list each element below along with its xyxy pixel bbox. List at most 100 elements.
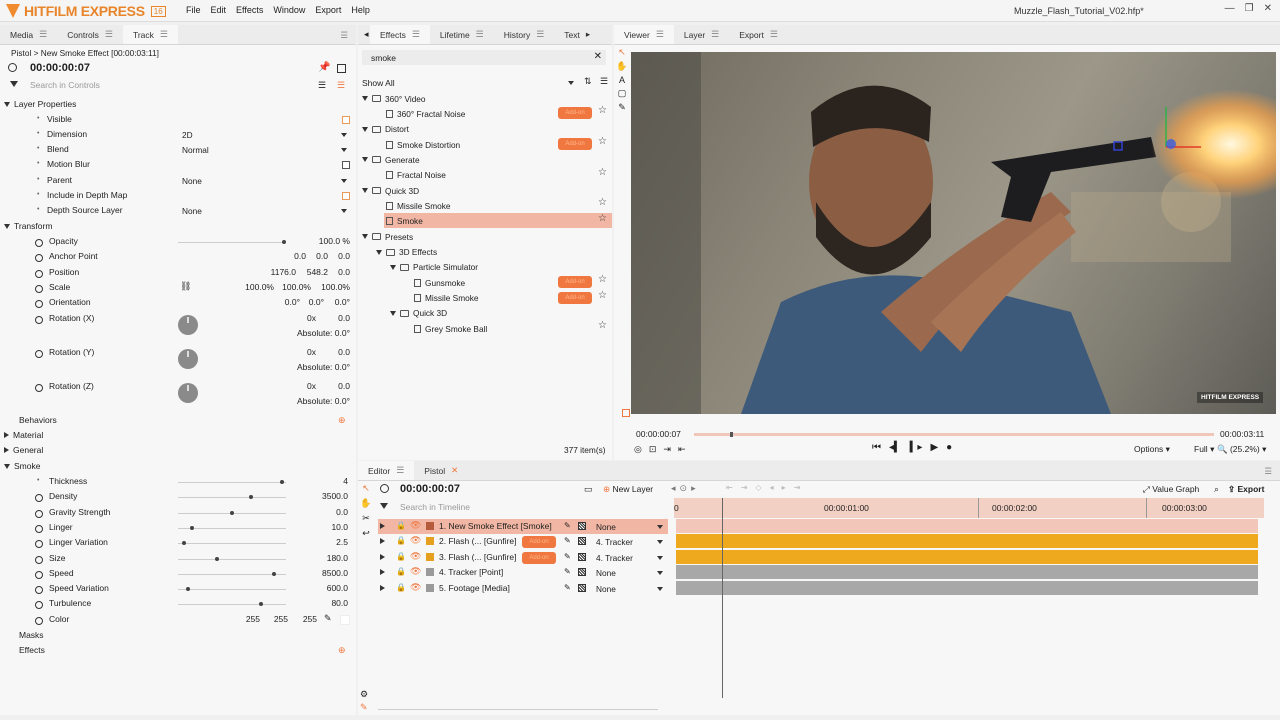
menu-item-help[interactable]: Help <box>351 5 370 15</box>
tab-track[interactable]: Track ☰ <box>122 25 178 44</box>
menu-icon[interactable]: ☰ <box>160 29 168 40</box>
effect-item-fractal-noise[interactable]: Fractal Noise <box>386 168 446 183</box>
menu-item-file[interactable]: File <box>186 5 201 15</box>
addon-badge[interactable]: Add-on <box>558 276 592 289</box>
speed-variation-slider[interactable] <box>178 587 286 592</box>
color-green-value[interactable]: 255 <box>258 614 288 624</box>
timeline-clip-bar[interactable] <box>676 565 1258 580</box>
timeline-clip-bar[interactable] <box>676 519 1258 533</box>
collapse-left-icon[interactable]: ◂ <box>364 29 369 40</box>
keyframe-icon[interactable] <box>35 494 43 503</box>
prev-keyframe-icon[interactable]: ◂ <box>671 483 676 494</box>
menu-item-window[interactable]: Window <box>273 5 305 15</box>
menu-icon[interactable]: ☰ <box>396 465 404 476</box>
rotation-y-dial[interactable] <box>178 349 198 369</box>
speed-value[interactable]: 8500.0 <box>290 568 348 578</box>
general-section[interactable]: General <box>4 445 43 455</box>
controls-search-input[interactable]: Search in Controls <box>30 80 100 90</box>
close-tab-icon[interactable]: ✕ <box>451 465 458 476</box>
razor-tool-icon[interactable]: ✂ <box>362 513 370 524</box>
effects-search-field[interactable]: smoke ✕ <box>362 50 606 65</box>
color-blue-value[interactable]: 255 <box>287 614 317 624</box>
timecode[interactable]: 00:00:00:07 <box>30 62 90 74</box>
expand-icon[interactable] <box>380 553 385 560</box>
blend-mode-icon[interactable] <box>578 537 586 546</box>
timeline-search-input[interactable]: Search in Timeline <box>400 502 470 512</box>
effects-section[interactable]: Effects <box>19 645 45 655</box>
snapshot-icon[interactable]: ◎ <box>634 444 642 455</box>
text-tool-icon[interactable]: A <box>619 75 625 85</box>
tab-effects[interactable]: Effects ☰ <box>370 25 430 44</box>
keyframe-icon[interactable] <box>35 239 43 247</box>
anchor-point-value[interactable]: 0.0 <box>310 251 350 261</box>
layer-parent-select[interactable]: None <box>594 521 666 533</box>
linger-variation-value[interactable]: 2.5 <box>290 537 348 547</box>
effect-item-particle-simulator[interactable]: Particle Simulator <box>390 260 478 275</box>
screen-icon[interactable]: ▭ <box>584 484 593 495</box>
timeline-layer-row[interactable]: 🔒 👁 3. Flash (... [Gunfire] Add-on ✎ 4. Track… <box>378 550 668 565</box>
keyframe-icon[interactable] <box>35 509 43 518</box>
layer-parent-select[interactable]: 4. Tracker <box>594 536 666 548</box>
keyframe-clock-icon[interactable]: ⊙ <box>680 483 688 494</box>
lock-icon[interactable]: 🔒 <box>396 552 406 561</box>
sort-icon[interactable]: ⇅ <box>584 76 592 87</box>
addon-badge[interactable]: Add-on <box>522 551 556 564</box>
turbulence-slider-knob[interactable] <box>259 602 264 607</box>
timeline-layer-name[interactable]: 3. Flash (... [Gunfire] <box>439 552 516 562</box>
tab-controls[interactable]: Controls ☰ <box>57 25 123 44</box>
visibility-eye-icon[interactable]: 👁 <box>410 535 421 546</box>
timeline-layer-row[interactable]: 🔒 👁 2. Flash (... [Gunfire] Add-on ✎ 4. Track… <box>378 534 668 549</box>
orientation-value[interactable]: 0.0° <box>310 297 350 307</box>
timeline-clip-bar[interactable] <box>676 549 1258 564</box>
expanded-icon[interactable] <box>376 249 382 255</box>
minimize-icon[interactable]: — <box>1225 3 1235 14</box>
expanded-icon[interactable] <box>4 101 10 107</box>
effect-item-smoke[interactable]: Smoke <box>386 214 423 229</box>
favorite-star-icon[interactable]: ☆ <box>598 290 607 301</box>
menu-item-effects[interactable]: Effects <box>236 5 263 15</box>
expanded-icon[interactable] <box>362 96 368 101</box>
addon-badge[interactable]: Add-on <box>558 291 592 304</box>
timeline-layer-name[interactable]: 5. Footage [Media] <box>439 583 510 593</box>
depth-map-checkbox[interactable] <box>342 192 350 200</box>
linger-variation-slider-knob[interactable] <box>182 541 187 546</box>
expanded-icon[interactable] <box>362 157 368 163</box>
expand-icon[interactable] <box>380 523 385 529</box>
gravity-strength-value[interactable]: 0.0 <box>290 507 348 517</box>
tab-text[interactable]: Text ▸ <box>554 25 600 44</box>
keyframe-icon[interactable] <box>35 316 43 324</box>
blend-select[interactable]: Normal <box>180 144 350 156</box>
expanded-icon[interactable] <box>4 463 10 469</box>
size-slider-knob[interactable] <box>215 556 220 561</box>
tab-editor[interactable]: Editor ☰ <box>358 461 415 480</box>
expanded-icon[interactable] <box>362 234 368 240</box>
rotation-x-degrees[interactable]: 0.0 <box>310 313 350 323</box>
opacity-slider[interactable] <box>178 240 286 244</box>
parent-select[interactable]: None <box>180 175 350 187</box>
density-slider[interactable] <box>178 495 286 500</box>
detail-view-icon[interactable]: ☰ <box>337 80 345 91</box>
chevron-down-icon[interactable] <box>568 81 574 85</box>
timeline-layer-row[interactable]: 🔒 👁 4. Tracker [Point] ✎ None <box>378 565 668 580</box>
opacity-slider-knob[interactable] <box>282 240 286 244</box>
gravity-strength-slider[interactable] <box>178 510 286 515</box>
clear-search-icon[interactable]: ✕ <box>594 51 602 62</box>
speed-variation-slider-knob[interactable] <box>186 587 191 592</box>
keyframe-icon[interactable] <box>35 270 43 278</box>
timeline-clip-bar[interactable] <box>676 580 1258 595</box>
keyframe-icon[interactable] <box>35 586 43 595</box>
add-icon[interactable]: ⊕ <box>338 645 346 656</box>
visibility-eye-icon[interactable]: 👁 <box>410 551 421 562</box>
favorite-star-icon[interactable]: ☆ <box>598 105 607 116</box>
keyframe-icon[interactable] <box>35 254 43 262</box>
material-section[interactable]: Material <box>4 430 43 440</box>
expanded-icon[interactable] <box>362 188 368 194</box>
effect-item-3d-effects[interactable]: 3D Effects <box>376 245 437 260</box>
tab-export[interactable]: Export ☰ <box>729 25 788 44</box>
tool-f-icon[interactable]: ⇥ <box>794 483 801 492</box>
visibility-eye-icon[interactable]: 👁 <box>410 520 421 531</box>
play-icon[interactable]: ▶ <box>930 442 938 453</box>
list-view-icon[interactable]: ☰ <box>318 80 326 91</box>
tool-a-icon[interactable]: ⇤ <box>726 483 733 492</box>
lock-icon[interactable]: 🔒 <box>396 536 406 545</box>
